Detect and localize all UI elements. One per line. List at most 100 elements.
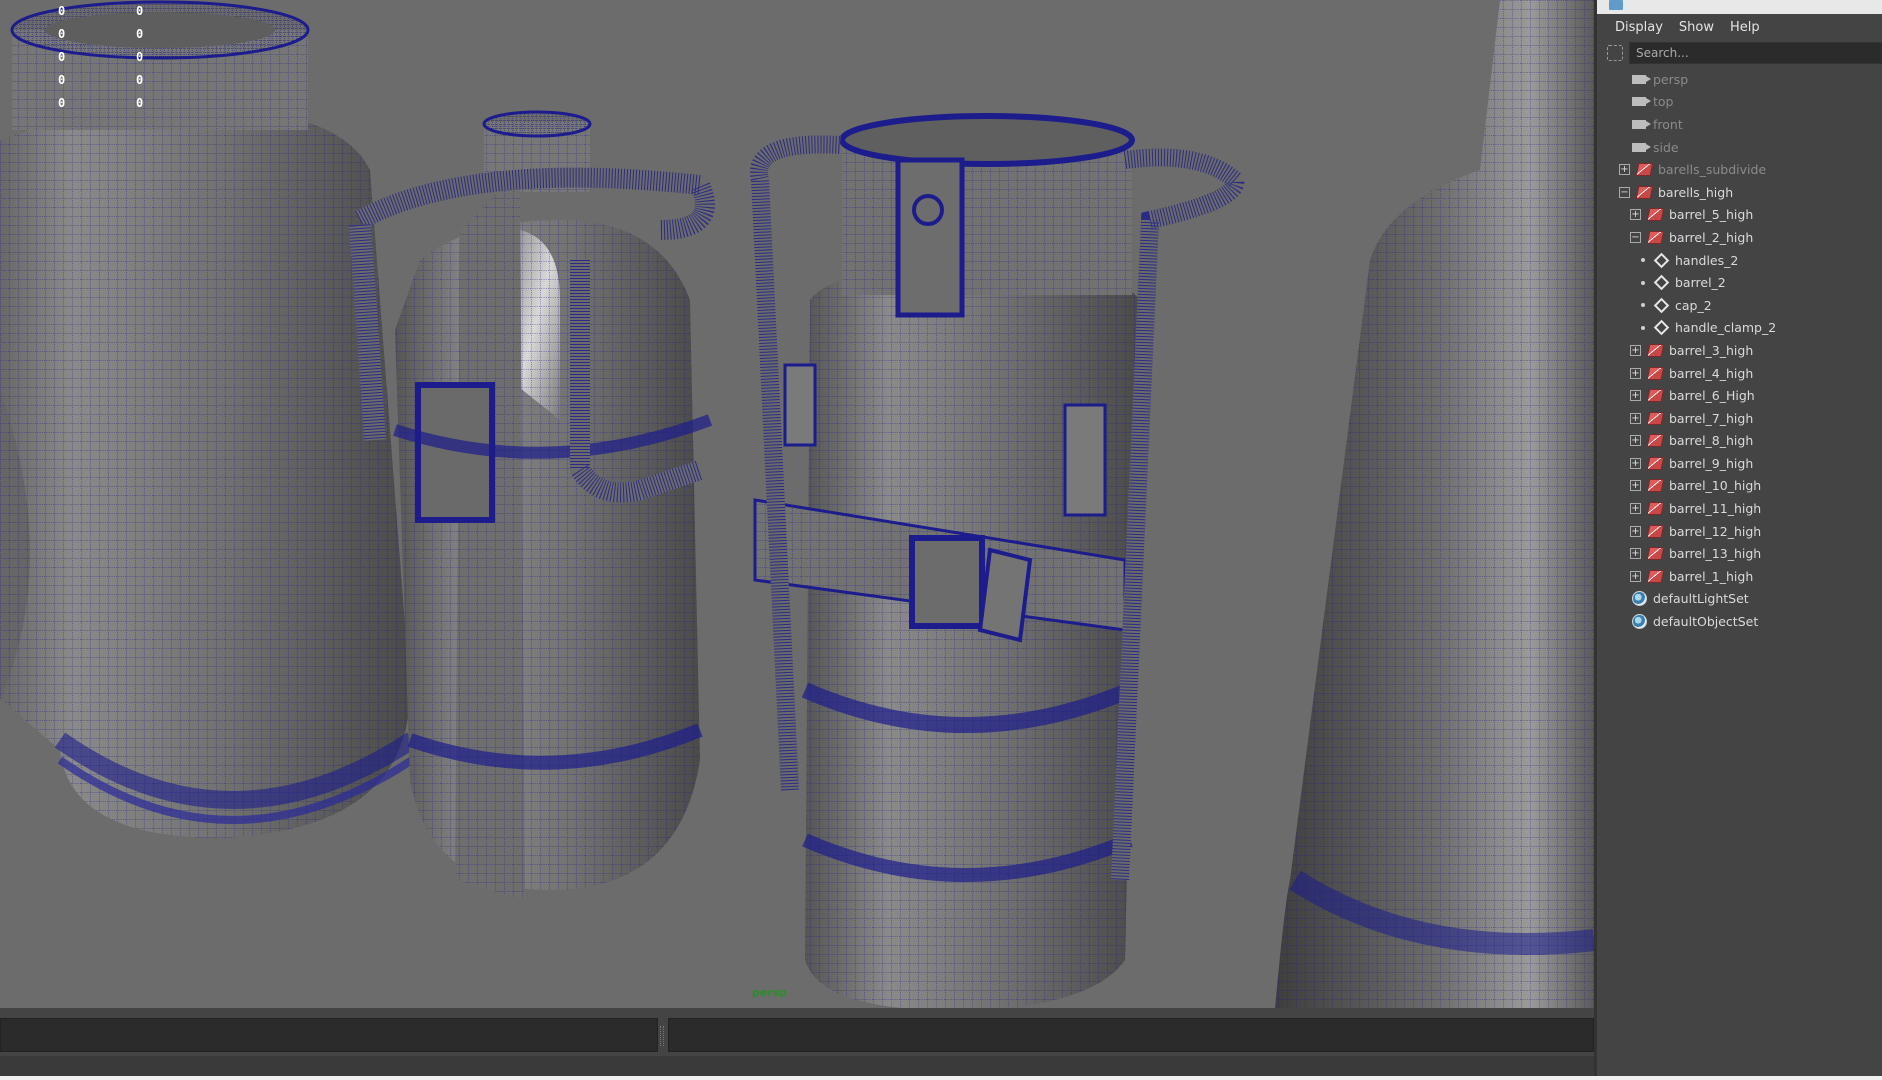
- outliner-item-handles-2[interactable]: handles_2: [1597, 249, 1882, 272]
- group-icon: [1646, 479, 1664, 493]
- hud-row: 00: [58, 69, 214, 92]
- outliner-item-label: barrel_10_high: [1669, 478, 1762, 494]
- range-slider[interactable]: [668, 1018, 1594, 1052]
- group-icon: [1646, 411, 1664, 425]
- outliner-item-label: barrel_1_high: [1669, 568, 1754, 584]
- outliner-item-persp[interactable]: persp: [1597, 68, 1882, 91]
- expand-icon[interactable]: +: [1630, 503, 1641, 515]
- outliner-item-barrel-7-high[interactable]: + barrel_7_high: [1597, 407, 1882, 430]
- hud-row: 00: [58, 23, 214, 46]
- hud-value: 0: [136, 73, 144, 87]
- outliner-item-label: barrel_6_High: [1669, 388, 1755, 404]
- group-icon: [1646, 230, 1664, 244]
- outliner-item-defaultobjectset[interactable]: defaultObjectSet: [1597, 610, 1882, 633]
- expand-icon[interactable]: +: [1630, 435, 1641, 447]
- expand-icon[interactable]: +: [1630, 367, 1641, 379]
- group-icon: [1646, 434, 1664, 448]
- outliner-item-label: barrel_2_high: [1669, 229, 1754, 245]
- expand-icon[interactable]: +: [1630, 480, 1641, 492]
- hud-readout: 0000000000: [58, 0, 214, 115]
- outliner-item-label: barrel_11_high: [1669, 501, 1762, 517]
- outliner-item-label: barrel_8_high: [1669, 433, 1754, 449]
- outliner-item-barrel-1-high[interactable]: + barrel_1_high: [1597, 565, 1882, 588]
- hud-value: 0: [58, 27, 66, 41]
- bottle-d: [1275, 0, 1594, 1008]
- outliner-item-defaultlightset[interactable]: defaultLightSet: [1597, 588, 1882, 611]
- outliner-item-barrel-13-high[interactable]: + barrel_13_high: [1597, 542, 1882, 565]
- mesh-icon: [1653, 297, 1669, 314]
- outliner-item-barrel-2[interactable]: barrel_2: [1597, 271, 1882, 294]
- outliner-item-barrel-8-high[interactable]: + barrel_8_high: [1597, 430, 1882, 453]
- mesh-icon: [1653, 252, 1669, 268]
- outliner-item-label: barrel_4_high: [1669, 365, 1754, 381]
- menu-help[interactable]: Help: [1722, 20, 1768, 35]
- tree-branch-dot: [1641, 325, 1645, 330]
- group-icon: [1646, 389, 1664, 403]
- collapse-icon[interactable]: −: [1630, 231, 1641, 243]
- outliner-item-barells-subdivide[interactable]: + barells_subdivide: [1597, 158, 1882, 181]
- outliner-item-label: barells_high: [1658, 184, 1734, 200]
- collapse-icon[interactable]: −: [1619, 186, 1630, 198]
- outliner-item-barrel-11-high[interactable]: + barrel_11_high: [1597, 497, 1882, 520]
- camera-name-label: persp: [752, 986, 788, 999]
- hud-row: 00: [58, 0, 214, 23]
- outliner-item-label: defaultLightSet: [1653, 591, 1749, 607]
- outliner-item-barrel-2-high[interactable]: − barrel_2_high: [1597, 226, 1882, 249]
- expand-icon[interactable]: +: [1630, 570, 1641, 582]
- group-icon: [1646, 208, 1664, 222]
- scene-render: [0, 0, 1594, 1008]
- hud-value: 0: [136, 4, 144, 18]
- outliner-item-label: barells_subdivide: [1658, 162, 1767, 178]
- outliner-item-label: persp: [1653, 71, 1689, 87]
- set-icon: [1631, 591, 1647, 607]
- outliner-item-barells-high[interactable]: − barells_high: [1597, 181, 1882, 204]
- mesh-icon: [1653, 274, 1669, 291]
- menu-display[interactable]: Display: [1607, 20, 1671, 35]
- tree-branch-dot: [1641, 280, 1645, 285]
- outliner-item-barrel-10-high[interactable]: + barrel_10_high: [1597, 475, 1882, 498]
- time-slider[interactable]: [0, 1018, 658, 1052]
- group-icon: [1646, 547, 1664, 561]
- viewport-persp[interactable]: 0000000000 persp: [0, 0, 1594, 1008]
- outliner-item-barrel-9-high[interactable]: + barrel_9_high: [1597, 452, 1882, 475]
- outliner-item-label: barrel_2: [1675, 275, 1726, 291]
- panel-splitter-handle[interactable]: [660, 1026, 664, 1046]
- outliner-item-barrel-3-high[interactable]: + barrel_3_high: [1597, 339, 1882, 362]
- expand-icon[interactable]: +: [1630, 525, 1641, 537]
- expand-icon[interactable]: +: [1630, 344, 1641, 356]
- barrel-b: [349, 110, 715, 900]
- search-input[interactable]: [1629, 42, 1882, 64]
- expand-icon[interactable]: +: [1630, 209, 1641, 221]
- outliner-item-label: defaultObjectSet: [1653, 614, 1759, 630]
- hud-value: 0: [136, 96, 144, 110]
- camera-icon: [1631, 140, 1651, 154]
- group-icon: [1646, 456, 1664, 470]
- expand-icon[interactable]: +: [1630, 412, 1641, 424]
- outliner-item-barrel-5-high[interactable]: + barrel_5_high: [1597, 204, 1882, 227]
- outliner-item-label: handles_2: [1675, 252, 1739, 268]
- menu-show[interactable]: Show: [1671, 20, 1722, 35]
- outliner-item-label: handle_clamp_2: [1675, 320, 1777, 336]
- hud-value: 0: [136, 27, 144, 41]
- outliner-item-front[interactable]: front: [1597, 113, 1882, 136]
- expand-icon[interactable]: +: [1630, 548, 1641, 560]
- outliner-item-side[interactable]: side: [1597, 136, 1882, 159]
- outliner-item-barrel-4-high[interactable]: + barrel_4_high: [1597, 362, 1882, 385]
- set-icon: [1631, 614, 1647, 630]
- outliner-item-handle-clamp-2[interactable]: handle_clamp_2: [1597, 317, 1882, 340]
- outliner-item-label: barrel_9_high: [1669, 455, 1754, 471]
- outliner-item-cap-2[interactable]: cap_2: [1597, 294, 1882, 317]
- outliner-item-label: barrel_13_high: [1669, 546, 1762, 562]
- filter-icon[interactable]: [1607, 45, 1623, 61]
- outliner-item-barrel-12-high[interactable]: + barrel_12_high: [1597, 520, 1882, 543]
- expand-icon[interactable]: +: [1619, 164, 1630, 176]
- outliner-item-barrel-6-high[interactable]: + barrel_6_High: [1597, 384, 1882, 407]
- outliner-item-top[interactable]: top: [1597, 91, 1882, 114]
- hud-row: 00: [58, 92, 214, 115]
- outliner-item-label: barrel_5_high: [1669, 207, 1754, 223]
- expand-icon[interactable]: +: [1630, 390, 1641, 402]
- group-icon: [1635, 185, 1653, 199]
- expand-icon[interactable]: +: [1630, 457, 1641, 469]
- outliner-item-label: barrel_12_high: [1669, 523, 1762, 539]
- tree-branch-dot: [1641, 303, 1645, 308]
